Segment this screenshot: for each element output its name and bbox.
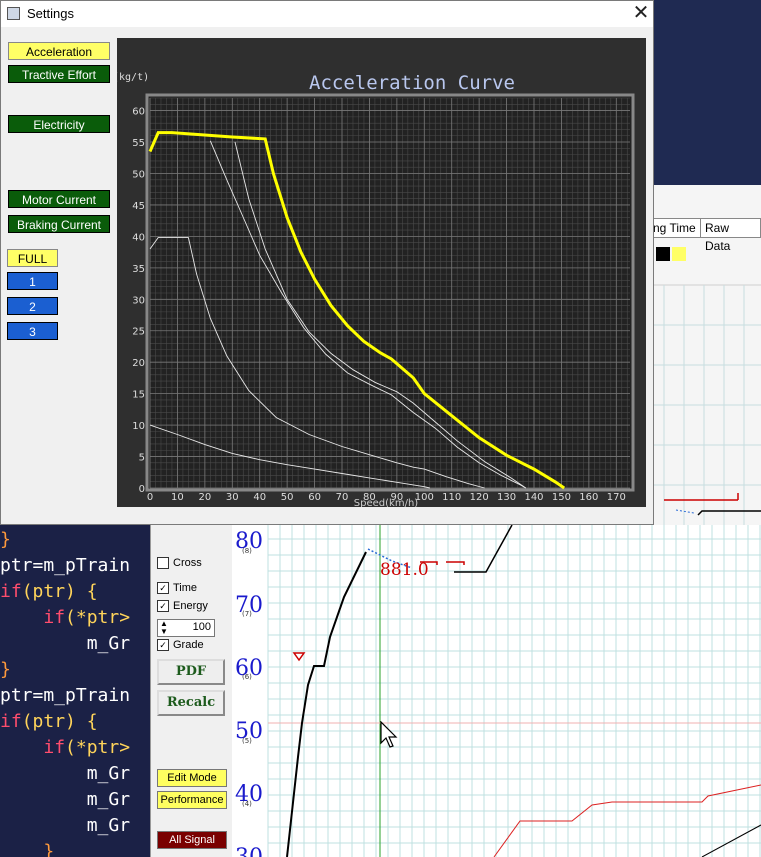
plot-y-label: 30 [235, 845, 263, 857]
x-tick-label: 120 [470, 492, 489, 503]
motor-current-button[interactable]: Motor Current [8, 190, 110, 208]
all-signal-button[interactable]: All Signal [157, 831, 227, 849]
window-app-icon [7, 7, 20, 20]
x-tick-label: 170 [607, 492, 626, 503]
x-tick-label: 30 [226, 492, 239, 503]
time-option[interactable]: ✓ Time [157, 582, 197, 594]
time-checkbox[interactable]: ✓ [157, 582, 169, 594]
acceleration-chart-panel: Acceleration Curve (kg/t) 01020304050607… [117, 38, 646, 507]
grade-label: Grade [173, 639, 204, 651]
y-tick-label: 40 [132, 232, 145, 243]
x-tick-label: 0 [147, 492, 153, 503]
title-bar[interactable]: Settings ✕ [1, 1, 653, 27]
cross-option[interactable]: Cross [157, 557, 202, 569]
code-line: m_Gr [0, 763, 131, 784]
code-line: ptr=m_pTrain [0, 555, 131, 576]
x-tick-label: 110 [442, 492, 461, 503]
code-line: m_Gr [0, 789, 131, 810]
energy-option[interactable]: ✓ Energy [157, 600, 208, 612]
background-window-dark [654, 0, 761, 185]
cross-label: Cross [173, 557, 202, 569]
close-icon[interactable]: ✕ [629, 1, 653, 25]
x-tick-label: 70 [336, 492, 349, 503]
control-column: Cross ✓ Time ✓ Energy ▲ ▼ 100 ✓ Grade PD… [150, 525, 233, 857]
y-tick-label: 35 [132, 264, 145, 275]
energy-spinbox[interactable]: ▲ ▼ 100 [157, 619, 215, 637]
code-line: m_Gr [0, 815, 131, 836]
code-line: if(ptr) { [0, 711, 98, 732]
x-tick-label: 150 [552, 492, 571, 503]
code-line: ptr=m_pTrain [0, 685, 131, 706]
cross-checkbox[interactable] [157, 557, 169, 569]
y-tick-label: 50 [132, 169, 145, 180]
y-tick-label: 0 [139, 484, 145, 495]
edit-mode-button[interactable]: Edit Mode [157, 769, 227, 787]
grade-checkbox[interactable]: ✓ [157, 639, 169, 651]
notch-3-button[interactable]: 3 [7, 322, 58, 340]
performance-button[interactable]: Performance [157, 791, 227, 809]
plot-mark-label: (5) [242, 737, 252, 745]
window-title: Settings [27, 6, 74, 21]
y-tick-label: 45 [132, 201, 145, 212]
recalc-button[interactable]: Recalc [157, 690, 225, 716]
code-line: } [0, 529, 11, 550]
code-line: } [0, 659, 11, 680]
time-label: Time [173, 582, 198, 594]
speed-profile-svg: 807060504030(8)(7)(6)(5)(4) 881.0 [235, 525, 761, 857]
code-line: if(*ptr> [43, 737, 131, 758]
notch-1-button[interactable]: 1 [7, 272, 58, 290]
spin-value: 100 [192, 621, 211, 633]
plot-mark-label: (4) [242, 800, 252, 808]
chart-title: Acceleration Curve [309, 72, 515, 94]
acceleration-chart: Acceleration Curve (kg/t) 01020304050607… [117, 72, 635, 507]
tractive-effort-button[interactable]: Tractive Effort [8, 65, 110, 83]
y-tick-label: 15 [132, 390, 145, 401]
y-tick-label: 55 [132, 138, 145, 149]
x-tick-label: 130 [497, 492, 516, 503]
x-tick-label: 60 [308, 492, 321, 503]
energy-label: Energy [173, 600, 208, 612]
code-line: m_Gr [0, 633, 131, 654]
y-tick-label: 30 [132, 295, 145, 306]
code-editor[interactable]: } ptr=m_pTrain if(ptr) { if(*ptr> m_Gr} ptr… [0, 525, 152, 857]
braking-current-button[interactable]: Braking Current [8, 215, 110, 233]
notch-2-button[interactable]: 2 [7, 297, 58, 315]
code-line: if(ptr) { [0, 581, 98, 602]
x-tick-label: 20 [198, 492, 211, 503]
speed-profile-plot[interactable]: 807060504030(8)(7)(6)(5)(4) 881.0 [232, 525, 761, 857]
plot-mark-label: (8) [242, 547, 252, 555]
mouse-cursor-icon [380, 721, 398, 748]
x-tick-label: 40 [253, 492, 266, 503]
x-tick-label: 10 [171, 492, 184, 503]
position-annotation: 881.0 [380, 560, 429, 580]
electricity-button[interactable]: Electricity [8, 115, 110, 133]
grade-option[interactable]: ✓ Grade [157, 639, 204, 651]
code-line: if(*ptr> [43, 607, 131, 628]
plot-mark-label: (6) [242, 673, 252, 681]
x-tick-label: 160 [579, 492, 598, 503]
y-tick-label: 60 [132, 107, 145, 118]
spin-down-icon[interactable]: ▼ [160, 628, 168, 636]
warning-triangle-icon [292, 652, 306, 662]
y-tick-label: 20 [132, 358, 145, 369]
y-tick-label: 5 [139, 453, 145, 464]
x-tick-label: 140 [524, 492, 543, 503]
x-axis-label: Speed(km/h) [354, 498, 418, 507]
y-tick-label: 10 [132, 421, 145, 432]
tab-raw-data[interactable]: Raw Data [700, 218, 761, 253]
notch-full-button[interactable]: FULL [7, 249, 58, 267]
x-tick-label: 50 [281, 492, 294, 503]
acceleration-button[interactable]: Acceleration [8, 42, 110, 60]
code-line: } [0, 841, 55, 857]
plot-mark-label: (7) [242, 610, 252, 618]
tab-running-time[interactable]: ng Time [648, 218, 701, 238]
pdf-button[interactable]: PDF [157, 659, 225, 685]
energy-checkbox[interactable]: ✓ [157, 600, 169, 612]
y-tick-label: 25 [132, 327, 145, 338]
plot-frame [145, 93, 635, 492]
settings-window: Settings ✕ Acceleration Tractive Effort … [0, 0, 654, 525]
y-axis-label: (kg/t) [117, 72, 149, 83]
